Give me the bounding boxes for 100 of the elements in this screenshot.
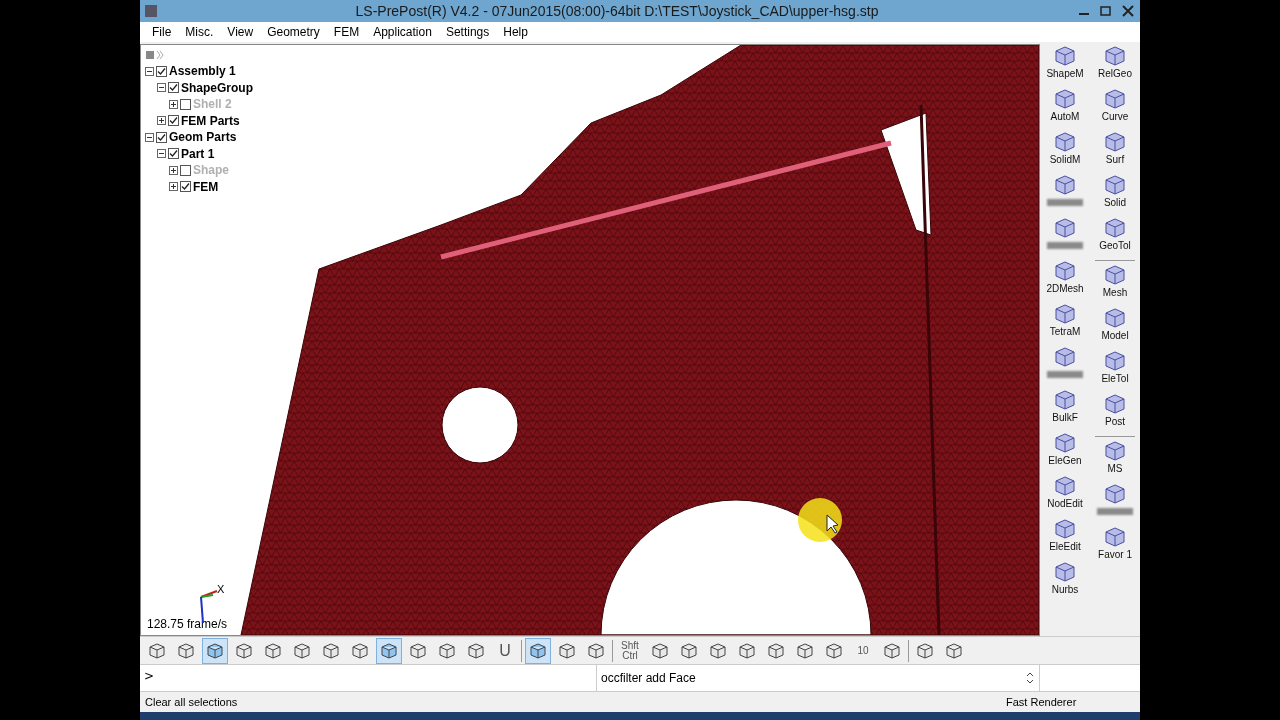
tool-button[interactable]: GeoTol	[1092, 215, 1138, 259]
grid-cube-icon	[1053, 560, 1077, 583]
grid-cube-icon	[1103, 173, 1127, 196]
checkbox[interactable]	[180, 164, 191, 176]
menu-item[interactable]: File	[146, 24, 178, 39]
tool-button[interactable]: BulkF	[1042, 387, 1088, 431]
tool-button[interactable]: EleGen	[1042, 430, 1088, 474]
checkbox[interactable]	[156, 65, 167, 77]
checkbox[interactable]	[180, 98, 191, 110]
toolbar-button[interactable]: Shft Ctrl	[616, 637, 644, 664]
menu-item[interactable]: Help	[497, 24, 534, 39]
cube-icon	[147, 641, 167, 660]
cube-icon	[679, 641, 699, 660]
expand-icon[interactable]	[157, 116, 166, 126]
cube-icon	[321, 641, 341, 660]
cube-icon	[708, 641, 728, 660]
menu-item[interactable]: View	[221, 24, 260, 39]
grid-cube-icon	[1103, 349, 1127, 372]
cube-icon	[350, 641, 370, 660]
tool-button[interactable]: EleEdit	[1042, 516, 1088, 560]
cube-icon	[292, 641, 312, 660]
tool-button[interactable]: RelGeo	[1092, 43, 1138, 87]
toolbar-button[interactable]	[202, 637, 228, 664]
checkbox[interactable]	[156, 131, 167, 143]
grid-cube-icon	[1103, 525, 1127, 548]
grid-cube-icon	[1053, 130, 1077, 153]
checkbox[interactable]	[180, 181, 191, 193]
app-icon	[144, 3, 158, 18]
grid-cube-icon	[1053, 216, 1077, 239]
tool-button[interactable]: Solid	[1092, 172, 1138, 216]
window-title: LS-PrePost(R) V4.2 - 07Jun2015(08:00)-64bit D:\TEST\Joystick_CAD\upper-hsg.stp	[354, 2, 880, 19]
collapse-icon[interactable]	[157, 83, 166, 93]
tool-button[interactable]: 2DMesh	[1042, 258, 1088, 302]
cube-icon	[379, 641, 399, 660]
cube-icon	[176, 641, 196, 660]
cube-icon	[795, 641, 815, 660]
cube-icon	[915, 641, 935, 660]
tool-button[interactable]: Surf	[1092, 129, 1138, 173]
expand-icon[interactable]	[169, 182, 178, 192]
toolbar-button[interactable]: U	[492, 637, 518, 664]
cube-icon	[882, 641, 902, 660]
grid-cube-icon	[1053, 474, 1077, 497]
toolbar-button[interactable]: 10	[850, 637, 876, 664]
grid-cube-icon	[1103, 44, 1127, 67]
collapse-icon[interactable]	[145, 132, 154, 142]
grid-cube-icon	[1053, 44, 1077, 67]
menu-item[interactable]: Misc.	[179, 24, 220, 39]
tool-button[interactable]: ShapeM	[1042, 43, 1088, 87]
grid-cube-icon	[1053, 259, 1077, 282]
tool-button[interactable]: AutoM	[1042, 86, 1088, 130]
tree-item-label[interactable]: ShapeGroup	[181, 80, 253, 95]
tree-item-label[interactable]: Part 1	[181, 146, 215, 161]
toolbar-button[interactable]	[376, 637, 402, 664]
grid-cube-icon	[1103, 216, 1127, 239]
panel-toggle-icon[interactable]	[145, 49, 165, 60]
cube-icon	[408, 641, 428, 660]
menu-item[interactable]: FEM	[327, 24, 366, 39]
collapse-icon[interactable]	[157, 149, 166, 159]
tool-button[interactable]: Mesh	[1092, 262, 1138, 306]
tool-button[interactable]: Post	[1092, 391, 1138, 435]
menu-item[interactable]: Application	[367, 24, 438, 39]
close-icon[interactable]	[1120, 3, 1136, 18]
collapse-icon[interactable]	[145, 66, 154, 76]
cube-icon	[205, 641, 225, 660]
tool-button[interactable]: NodEdit	[1042, 473, 1088, 517]
expand-icon[interactable]	[169, 99, 178, 109]
command-prompt: >	[140, 665, 597, 692]
cube-icon	[557, 641, 577, 660]
tool-button[interactable]: EleTol	[1092, 348, 1138, 392]
menu-item[interactable]: Geometry	[261, 24, 326, 39]
tool-button[interactable]: Nurbs	[1042, 559, 1088, 603]
grid-cube-icon	[1053, 431, 1077, 454]
cube-icon	[437, 641, 457, 660]
tree-item-label[interactable]: FEM	[193, 179, 219, 194]
maximize-icon[interactable]	[1098, 3, 1114, 18]
cube-icon	[766, 641, 786, 660]
tool-button[interactable]: Model	[1092, 305, 1138, 349]
checkbox[interactable]	[168, 115, 179, 127]
tool-button[interactable]: TetraM	[1042, 301, 1088, 345]
toolbar-button[interactable]	[525, 637, 551, 664]
cube-icon	[944, 641, 964, 660]
grid-cube-icon	[1053, 87, 1077, 110]
tool-button[interactable]: MS	[1092, 438, 1138, 482]
command-field[interactable]: occfilter add Face	[597, 665, 1040, 692]
tool-button[interactable]: Curve	[1092, 86, 1138, 130]
tree-item-label[interactable]: FEM Parts	[181, 113, 240, 128]
grid-cube-icon	[1103, 87, 1127, 110]
menu-item[interactable]: Settings	[439, 24, 496, 39]
expand-icon[interactable]	[169, 165, 178, 175]
tree-item-label[interactable]: Assembly 1	[169, 64, 236, 79]
grid-cube-icon	[1053, 345, 1077, 368]
tool-button[interactable]: SolidM	[1042, 129, 1088, 173]
grid-cube-icon	[1103, 130, 1127, 153]
cube-icon	[824, 641, 844, 660]
checkbox[interactable]	[168, 82, 179, 94]
grid-cube-icon	[1103, 263, 1127, 286]
grid-cube-icon	[1103, 439, 1127, 462]
tool-button[interactable]: Favor 1	[1092, 524, 1138, 568]
checkbox[interactable]	[168, 148, 179, 160]
tree-item-label[interactable]: Geom Parts	[169, 130, 237, 145]
